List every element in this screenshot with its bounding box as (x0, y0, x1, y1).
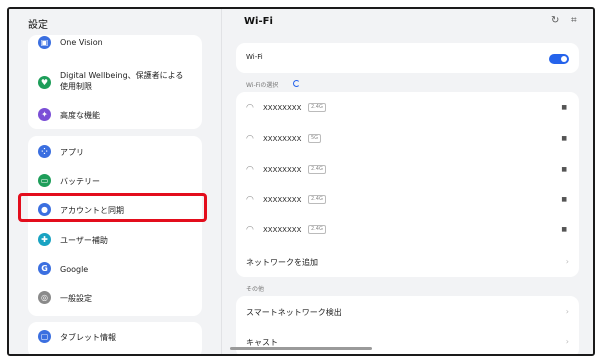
network-band: 2.4G (308, 195, 326, 204)
wellbeing-icon: ♥ (38, 76, 51, 89)
one-vision-icon: ▣ (38, 36, 51, 49)
lock-icon: ■ (561, 135, 567, 142)
lock-icon: ■ (561, 104, 567, 111)
add-network-label: ネットワークを追加 (246, 258, 318, 267)
network-band: 2.4G (308, 225, 326, 234)
wifi-toggle-card: Wi-Fi (236, 43, 579, 73)
sidebar-item-apps[interactable]: ⁘ アプリ (28, 142, 202, 162)
sidebar-item-label: Google (60, 265, 89, 274)
sidebar-item-google[interactable]: G Google (28, 259, 202, 279)
scanning-spinner-icon (293, 80, 300, 87)
section-label-other: その他 (246, 286, 265, 293)
general-settings-icon: ◎ (38, 291, 51, 304)
tablet-info-icon: ▢ (38, 330, 51, 343)
wifi-signal-icon: ◠ (246, 225, 254, 235)
sidebar-item-label: バッテリー (60, 177, 100, 186)
sidebar-item-label: アプリ (60, 148, 84, 157)
sidebar-item-accessibility[interactable]: ✚ ユーザー補助 (28, 230, 202, 250)
settings-sidebar: 設定 ▣ One Vision ♥ Digital Wellbeing、保護者に… (9, 9, 221, 354)
lock-icon: ■ (561, 196, 567, 203)
wifi-toggle-label: Wi-Fi (246, 53, 263, 61)
sidebar-item-label: タブレット情報 (60, 333, 116, 342)
network-row[interactable]: ◠ XXXXXXXX 2.4G ■ (236, 156, 579, 186)
network-row[interactable]: ◠ XXXXXXXX 2.4G ■ (236, 216, 579, 246)
network-row[interactable]: ◠ XXXXXXXX 2.4G ■ (236, 94, 579, 124)
sidebar-item-advanced-features[interactable]: ✦ 高度な機能 (28, 105, 202, 125)
wifi-signal-icon: ◠ (246, 195, 254, 205)
sidebar-item-label: 一般設定 (60, 294, 92, 303)
advanced-features-icon: ✦ (38, 108, 51, 121)
network-ssid: XXXXXXXX (263, 226, 302, 234)
network-row[interactable]: ◠ XXXXXXXX 5G ■ (236, 125, 579, 155)
wifi-signal-icon: ◠ (246, 165, 254, 175)
section-label-wifi-select: Wi-Fiの選択 (246, 82, 279, 89)
network-band: 5G (308, 134, 322, 143)
wifi-page-title: Wi-Fi (244, 16, 273, 27)
network-row[interactable]: ◠ XXXXXXXX 2.4G ■ (236, 186, 579, 216)
wifi-signal-icon: ◠ (246, 134, 254, 144)
lock-icon: ■ (561, 226, 567, 233)
wifi-toggle-row[interactable]: Wi-Fi (236, 43, 579, 73)
add-network-row[interactable]: ネットワークを追加 › (236, 247, 579, 277)
sidebar-item-battery[interactable]: ▭ バッテリー (28, 171, 202, 191)
network-ssid: XXXXXXXX (263, 135, 302, 143)
sidebar-item-label: Digital Wellbeing、保護者による使用制限 (60, 71, 184, 91)
chevron-right-icon: › (565, 337, 569, 346)
scan-icon[interactable]: ⌗ (571, 15, 577, 26)
sidebar-item-account-sync[interactable]: ● アカウントと同期 (28, 200, 202, 220)
page-title: 設定 (28, 20, 48, 31)
toggle-knob (561, 56, 567, 62)
wifi-pane: Wi-Fi ↻ ⌗ Wi-Fi Wi-Fiの選択 ◠ XXXXXXXX 2.4G… (222, 9, 593, 354)
sidebar-item-label: アカウントと同期 (60, 206, 124, 215)
sidebar-item-one-vision[interactable]: ▣ One Vision (28, 35, 202, 49)
sidebar-item-general-settings[interactable]: ◎ 一般設定 (28, 288, 202, 308)
network-ssid: XXXXXXXX (263, 196, 302, 204)
settings-card-3: ▢ タブレット情報 (28, 322, 202, 354)
network-band: 2.4G (308, 165, 326, 174)
wifi-toggle-switch[interactable] (549, 54, 569, 64)
sidebar-item-label: 高度な機能 (60, 111, 100, 120)
network-band: 2.4G (308, 103, 326, 112)
refresh-icon[interactable]: ↻ (551, 15, 559, 26)
smart-network-detection-row[interactable]: スマートネットワーク検出 › (236, 297, 579, 327)
settings-card-1: ▣ One Vision ♥ Digital Wellbeing、保護者による使… (28, 35, 202, 129)
apps-icon: ⁘ (38, 145, 51, 158)
tablet-screen: 設定 ▣ One Vision ♥ Digital Wellbeing、保護者に… (7, 7, 595, 356)
smart-network-detection-label: スマートネットワーク検出 (246, 308, 342, 317)
accessibility-icon: ✚ (38, 233, 51, 246)
chevron-right-icon: › (565, 257, 569, 266)
cast-row[interactable]: キャスト › (236, 327, 579, 354)
chevron-right-icon: › (565, 307, 569, 316)
sidebar-item-digital-wellbeing[interactable]: ♥ Digital Wellbeing、保護者による使用制限 (28, 67, 202, 97)
google-icon: G (38, 262, 51, 275)
network-ssid: XXXXXXXX (263, 166, 302, 174)
lock-icon: ■ (561, 166, 567, 173)
battery-icon: ▭ (38, 174, 51, 187)
network-ssid: XXXXXXXX (263, 104, 302, 112)
sidebar-item-tablet-info[interactable]: ▢ タブレット情報 (28, 327, 202, 347)
settings-card-2: ⁘ アプリ ▭ バッテリー ● アカウントと同期 ✚ ユーザー補助 G Goog… (28, 136, 202, 316)
sidebar-item-label: One Vision (60, 38, 103, 47)
wifi-signal-icon: ◠ (246, 103, 254, 113)
network-list-card: ◠ XXXXXXXX 2.4G ■ ◠ XXXXXXXX 5G ■ ◠ XXXX… (236, 92, 579, 277)
account-sync-icon: ● (38, 203, 51, 216)
home-indicator[interactable] (230, 347, 372, 350)
sidebar-item-label: ユーザー補助 (60, 236, 108, 245)
